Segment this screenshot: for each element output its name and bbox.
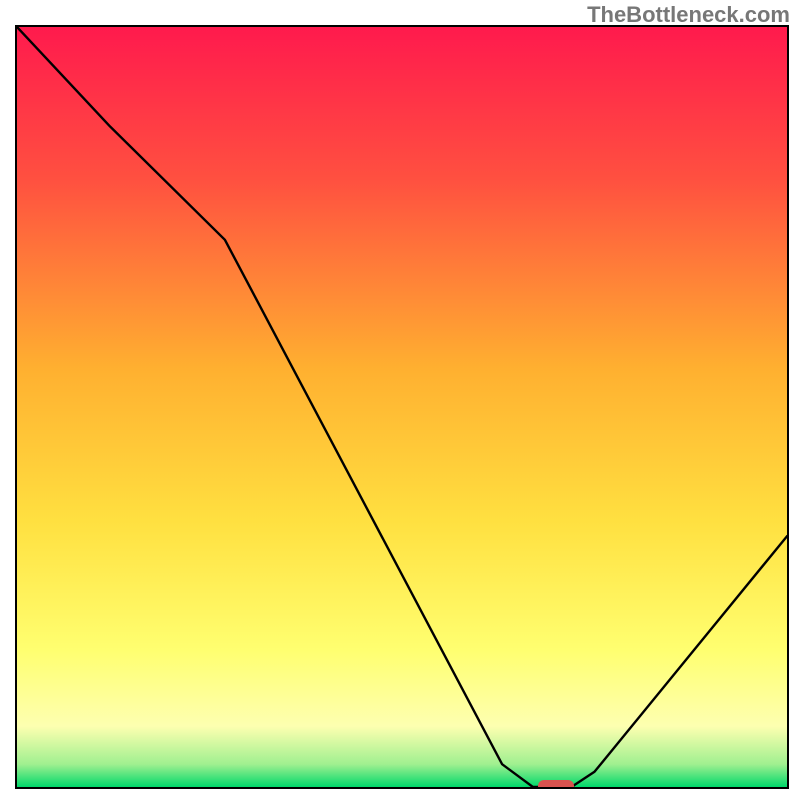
watermark-label: TheBottleneck.com <box>587 2 790 28</box>
chart-overlay <box>17 27 787 787</box>
chart-area <box>15 25 789 789</box>
optimal-marker <box>538 780 574 787</box>
bottleneck-curve <box>17 27 787 787</box>
